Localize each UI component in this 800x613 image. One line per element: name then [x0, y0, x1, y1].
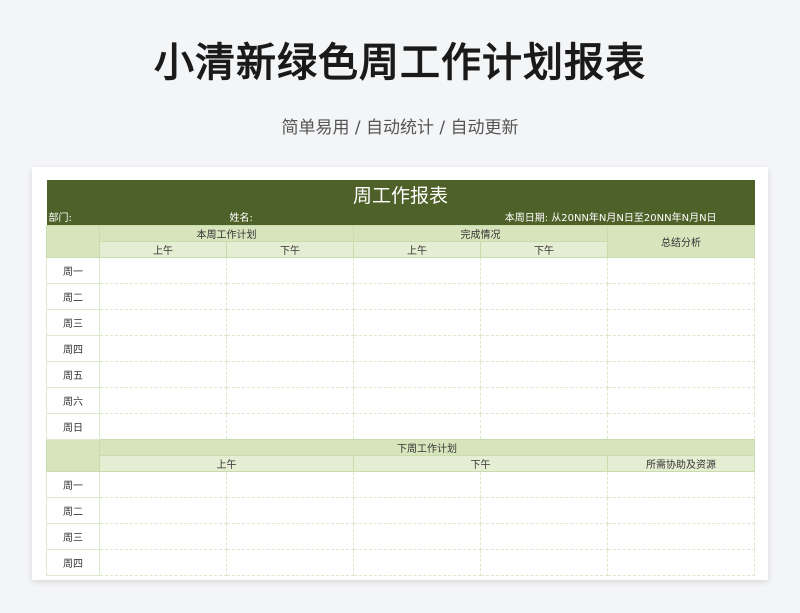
- cell[interactable]: [480, 412, 608, 440]
- day-label: 周日: [46, 412, 100, 440]
- next-pm-header: 下午: [353, 454, 608, 472]
- day-label: 周三: [46, 522, 100, 550]
- table-row: 周一: [46, 256, 756, 284]
- cell[interactable]: [606, 256, 756, 284]
- cell[interactable]: [606, 282, 756, 310]
- plan-am-header: 上午: [99, 240, 227, 258]
- dept-label: 部门:: [46, 208, 100, 225]
- cell[interactable]: [99, 496, 227, 524]
- table-row: 周三: [46, 522, 756, 550]
- help-resources-header: 所需协助及资源: [606, 454, 756, 472]
- day-label: 周五: [46, 360, 100, 388]
- cell[interactable]: [606, 308, 756, 336]
- cell[interactable]: [480, 470, 608, 498]
- cell[interactable]: [226, 386, 354, 414]
- cell[interactable]: [606, 522, 756, 550]
- cell[interactable]: [99, 282, 227, 310]
- day-label: 周四: [46, 548, 100, 576]
- cell[interactable]: [353, 334, 481, 362]
- cell[interactable]: [226, 360, 354, 388]
- cell[interactable]: [99, 256, 227, 284]
- next-week-plan-header: 下周工作计划: [98, 438, 756, 456]
- cell[interactable]: [99, 548, 227, 576]
- cell[interactable]: [99, 470, 227, 498]
- cell[interactable]: [606, 548, 756, 576]
- cell[interactable]: [606, 470, 756, 498]
- cell[interactable]: [353, 256, 481, 284]
- cell[interactable]: [226, 522, 354, 550]
- cell[interactable]: [353, 522, 481, 550]
- table-row: 周二: [46, 496, 756, 524]
- corner-cell: [46, 438, 100, 472]
- weekly-report-table: 周工作报表 部门: 姓名: 本周日期: 从20NN年N月N日至20NN年N月N日…: [46, 180, 756, 576]
- name-label: 姓名:: [99, 208, 354, 225]
- day-label: 周四: [46, 334, 100, 362]
- cell[interactable]: [226, 334, 354, 362]
- cell[interactable]: [226, 470, 354, 498]
- cell[interactable]: [353, 282, 481, 310]
- table-row: 周四: [46, 548, 756, 576]
- cell[interactable]: [606, 386, 756, 414]
- day-label: 周一: [46, 256, 100, 284]
- cell[interactable]: [226, 256, 354, 284]
- cell[interactable]: [480, 360, 608, 388]
- cell[interactable]: [99, 386, 227, 414]
- next-am-header: 上午: [99, 454, 354, 472]
- table-row: 周二: [46, 282, 756, 310]
- cell[interactable]: [99, 308, 227, 336]
- cell[interactable]: [480, 496, 608, 524]
- date-label: 本周日期: 从20NN年N月N日至20NN年N月N日: [353, 208, 755, 225]
- cell[interactable]: [353, 360, 481, 388]
- cell[interactable]: [99, 412, 227, 440]
- cell[interactable]: [353, 496, 481, 524]
- cell[interactable]: [99, 522, 227, 550]
- table-row: 周六: [46, 386, 756, 414]
- day-label: 周一: [46, 470, 100, 498]
- completion-header: 完成情况: [353, 224, 608, 242]
- spreadsheet-card: 周工作报表 部门: 姓名: 本周日期: 从20NN年N月N日至20NN年N月N日…: [32, 167, 768, 580]
- cell[interactable]: [353, 386, 481, 414]
- cell[interactable]: [480, 522, 608, 550]
- cell[interactable]: [353, 470, 481, 498]
- cell[interactable]: [480, 256, 608, 284]
- table-row: 周三: [46, 308, 756, 336]
- day-label: 周六: [46, 386, 100, 414]
- done-pm-header: 下午: [480, 240, 608, 258]
- corner-cell: [46, 224, 100, 258]
- cell[interactable]: [480, 308, 608, 336]
- table-row: 周一: [46, 470, 756, 498]
- cell[interactable]: [480, 548, 608, 576]
- day-label: 周二: [46, 496, 100, 524]
- table-row: 周四: [46, 334, 756, 362]
- cell[interactable]: [606, 412, 756, 440]
- cell[interactable]: [99, 334, 227, 362]
- day-label: 周三: [46, 308, 100, 336]
- page-subtitle: 简单易用 / 自动统计 / 自动更新: [281, 118, 519, 138]
- cell[interactable]: [226, 496, 354, 524]
- cell[interactable]: [226, 548, 354, 576]
- plan-pm-header: 下午: [226, 240, 354, 258]
- cell[interactable]: [606, 334, 756, 362]
- table-row: 周五: [46, 360, 756, 388]
- cell[interactable]: [480, 334, 608, 362]
- cell[interactable]: [99, 360, 227, 388]
- cell[interactable]: [480, 282, 608, 310]
- table-row: 周日: [46, 412, 756, 440]
- cell[interactable]: [606, 360, 756, 388]
- summary-header: 总结分析: [606, 224, 756, 258]
- cell[interactable]: [353, 308, 481, 336]
- cell[interactable]: [226, 308, 354, 336]
- cell[interactable]: [226, 282, 354, 310]
- sheet-title: 周工作报表: [46, 180, 755, 208]
- cell[interactable]: [480, 386, 608, 414]
- cell[interactable]: [226, 412, 354, 440]
- cell[interactable]: [353, 548, 481, 576]
- cell[interactable]: [353, 412, 481, 440]
- cell[interactable]: [606, 496, 756, 524]
- day-label: 周二: [46, 282, 100, 310]
- done-am-header: 上午: [353, 240, 481, 258]
- page-title: 小清新绿色周工作计划报表: [154, 40, 646, 86]
- this-week-plan-header: 本周工作计划: [99, 224, 354, 242]
